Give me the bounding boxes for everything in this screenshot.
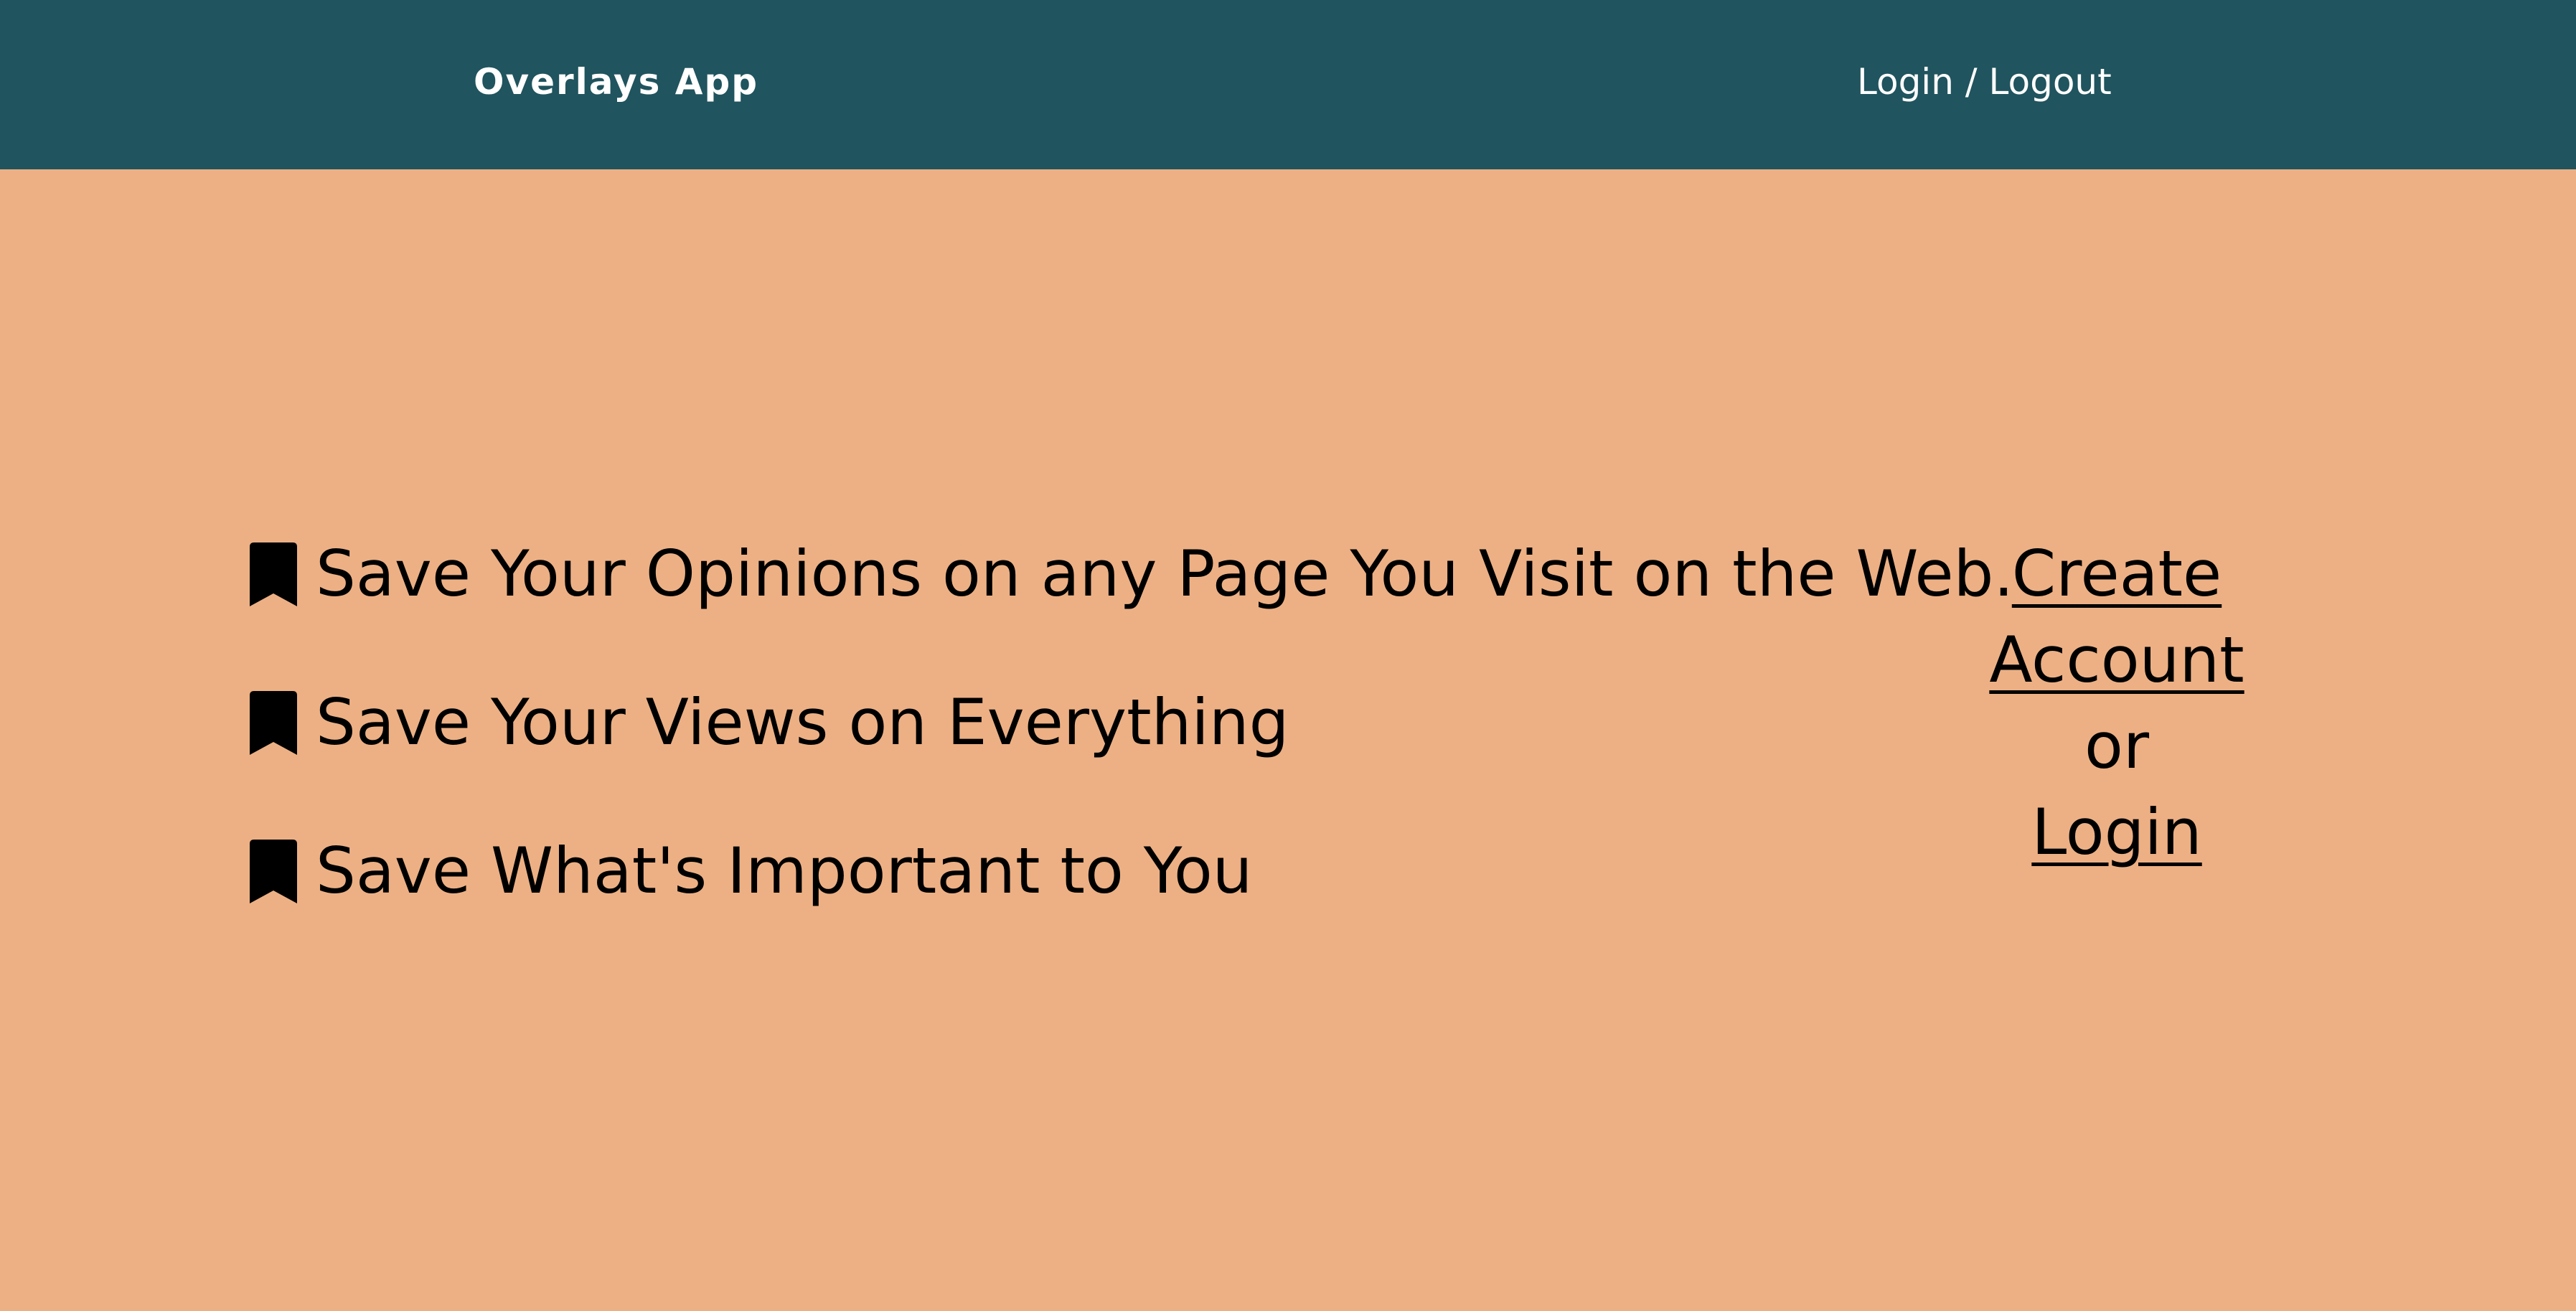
list-item: Save What's Important to You: [250, 832, 1900, 911]
feature-text: Save Your Opinions on any Page You Visit…: [316, 537, 2014, 611]
create-account-link[interactable]: Create Account: [1930, 531, 2303, 703]
create-account-line-1: Create: [2011, 537, 2222, 611]
feature-text: Save What's Important to You: [316, 834, 1253, 908]
list-item: Save Your Opinions on any Page You Visit…: [250, 535, 2013, 614]
bookmark-icon: [250, 542, 297, 606]
login-link[interactable]: Login: [2031, 795, 2201, 869]
brand-logo[interactable]: Overlays App: [474, 60, 758, 103]
feature-list: Save Your Opinions on any Page You Visit…: [250, 535, 2013, 980]
or-text: or: [2084, 709, 2150, 783]
bookmark-icon: [250, 690, 297, 755]
feature-text: Save Your Views on Everything: [316, 685, 1289, 759]
account-call-to-action: Create Account or Login: [1930, 531, 2303, 875]
create-account-line-2: Account: [1989, 623, 2244, 697]
list-item: Save Your Views on Everything: [250, 683, 1900, 762]
top-navbar: Overlays App Login / Logout: [0, 0, 2576, 169]
login-logout-link[interactable]: Login / Logout: [1857, 60, 2112, 103]
bookmark-icon: [250, 839, 297, 903]
